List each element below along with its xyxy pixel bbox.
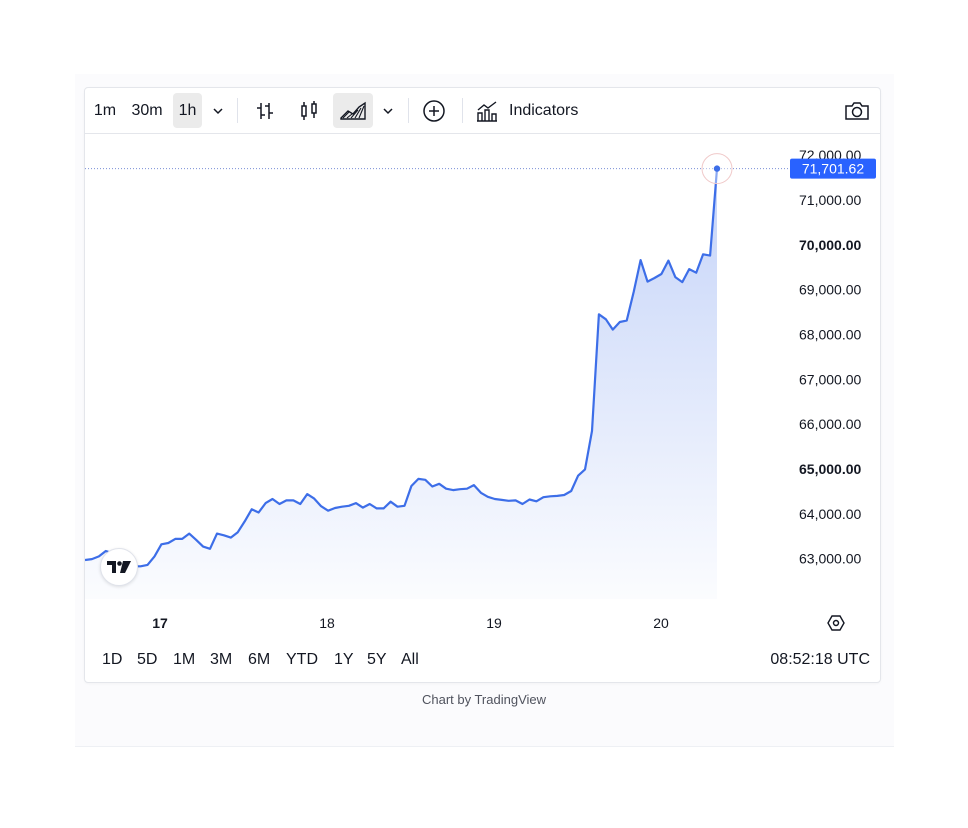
indicators-button[interactable]: Indicators — [475, 93, 585, 128]
toolbar-divider — [237, 98, 238, 123]
indicators-label: Indicators — [509, 101, 579, 119]
range-1m-button[interactable]: 1M — [173, 648, 195, 672]
y-tick-label: 66,000.00 — [799, 416, 861, 432]
chart-credit[interactable]: Chart by TradingView — [0, 692, 968, 707]
y-tick-label: 71,000.00 — [799, 192, 861, 208]
interval-1h-button[interactable]: 1h — [173, 93, 202, 128]
x-tick-label: 19 — [486, 615, 502, 631]
candles-chart-icon[interactable] — [291, 93, 327, 128]
range-5d-button[interactable]: 5D — [137, 648, 157, 672]
interval-1m-button[interactable]: 1m — [89, 93, 121, 128]
area-chart-icon[interactable] — [333, 93, 373, 128]
range-1d-button[interactable]: 1D — [102, 648, 122, 672]
chart-type-chevron-icon[interactable] — [377, 93, 399, 128]
utc-time-readout[interactable]: 08:52:18 UTC — [770, 648, 870, 672]
y-tick-label: 70,000.00 — [799, 237, 861, 253]
tradingview-logo[interactable] — [100, 548, 138, 586]
y-tick-label: 67,000.00 — [799, 371, 861, 387]
indicators-icon — [477, 100, 497, 122]
price-chart[interactable]: 72,000.0071,000.0070,000.0069,000.0068,0… — [85, 134, 880, 638]
toolbar-divider — [408, 98, 409, 123]
x-tick-label: 17 — [152, 615, 168, 631]
chart-widget: 1m 30m 1h Indicators 72,000.00 71,000.00… — [84, 87, 881, 683]
y-tick-label: 63,000.00 — [799, 551, 861, 567]
tradingview-logo-icon — [107, 561, 131, 573]
price-area-fill — [85, 168, 717, 599]
x-tick-label: 20 — [653, 615, 669, 631]
last-point-marker — [713, 165, 721, 172]
chart-toolbar: 1m 30m 1h Indicators — [85, 88, 880, 134]
compare-plus-icon[interactable] — [417, 93, 451, 128]
settings-gear-icon[interactable] — [827, 615, 845, 631]
bars-chart-icon[interactable] — [247, 93, 283, 128]
range-3m-button[interactable]: 3M — [210, 648, 232, 672]
camera-icon[interactable] — [841, 93, 873, 128]
y-tick-label: 68,000.00 — [799, 327, 861, 343]
range-5y-button[interactable]: 5Y — [367, 648, 387, 672]
range-all-button[interactable]: All — [401, 648, 419, 672]
y-tick-label: 69,000.00 — [799, 282, 861, 298]
interval-30m-button[interactable]: 30m — [125, 93, 169, 128]
range-6m-button[interactable]: 6M — [248, 648, 270, 672]
range-ytd-button[interactable]: YTD — [286, 648, 318, 672]
range-1y-button[interactable]: 1Y — [334, 648, 354, 672]
toolbar-divider — [462, 98, 463, 123]
interval-dropdown-chevron-icon[interactable] — [207, 93, 229, 128]
y-tick-label: 65,000.00 — [799, 461, 861, 477]
y-tick-label: 64,000.00 — [799, 506, 861, 522]
range-bar: 1D 5D 1M 3M 6M YTD 1Y 5Y All 08:52:18 UT… — [85, 638, 880, 682]
last-price-label: 71,701.62 — [802, 161, 864, 177]
x-tick-label: 18 — [319, 615, 335, 631]
